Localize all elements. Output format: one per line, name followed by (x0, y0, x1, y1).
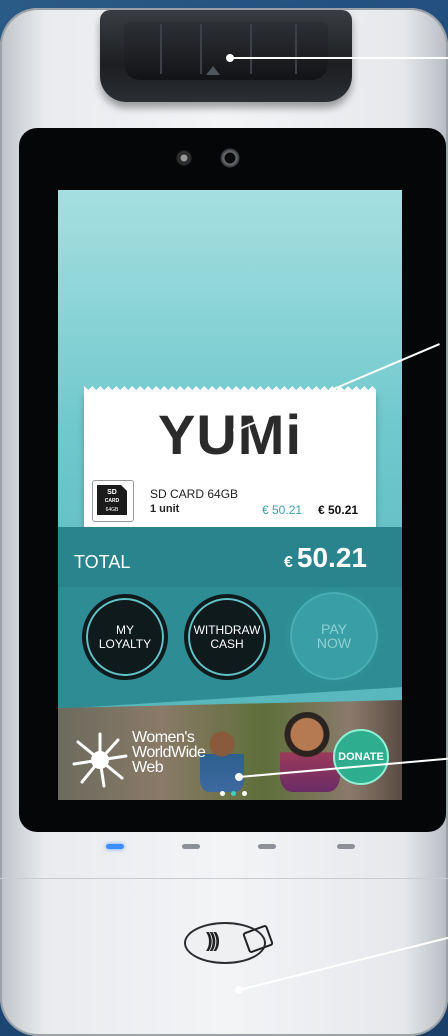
status-led (258, 844, 276, 849)
status-led (337, 844, 355, 849)
banner-photo-child (200, 728, 244, 792)
carousel-dot[interactable] (220, 791, 225, 796)
item-name: SD CARD 64GB (150, 487, 239, 501)
page: { "receipt": { "brand": "YUMi", "item": … (0, 0, 448, 1036)
sd-card-icon: SD CARD 64GB (97, 485, 127, 515)
total-value: 50.21 (296, 542, 367, 573)
my-loyalty-button[interactable]: MY LOYALTY (82, 594, 168, 680)
total-label: TOTAL (74, 552, 131, 572)
camera-lens-icon (220, 148, 240, 168)
slot-rib (200, 24, 202, 74)
sd-icon-text: 64GB (105, 507, 119, 513)
insert-arrow-icon (206, 66, 220, 75)
total-currency: € (284, 554, 293, 571)
button-label: WITHDRAW (193, 623, 261, 637)
item-line-total: € 50.21 (318, 503, 359, 517)
button-label: MY (116, 623, 134, 637)
withdraw-cash-button[interactable]: WITHDRAW CASH (184, 594, 270, 680)
item-quantity: 1 unit (150, 503, 180, 515)
camera-sensor-icon (176, 150, 192, 166)
banner-text-line: Women's (132, 729, 195, 746)
total-amount: €50.21 (284, 542, 367, 574)
item-unit-price: € 50.21 (262, 503, 303, 517)
pay-now-button[interactable]: PAY NOW (286, 588, 382, 684)
banner-organization-name: Women's WorldWide Web (132, 729, 206, 776)
slot-rib (295, 24, 297, 74)
slot-rib (250, 24, 252, 74)
slot-rib (160, 24, 162, 74)
starburst-logo-icon (72, 732, 128, 788)
status-led (182, 844, 200, 849)
sd-icon-text: CARD (104, 498, 120, 504)
button-label: PAY (321, 621, 347, 637)
status-led-active (106, 844, 124, 849)
contactless-icon: ))) (206, 930, 220, 952)
button-label: CASH (210, 637, 244, 651)
banner-photo-child (280, 712, 340, 792)
carousel-dot-active[interactable] (231, 791, 236, 796)
banner-text-line: Web (132, 759, 164, 776)
housing-seam (0, 878, 448, 879)
banner-text-line: WorldWide (132, 744, 206, 761)
card-slot-opening (124, 22, 328, 80)
button-label: NOW (316, 635, 352, 651)
sd-icon-text: SD (107, 489, 117, 496)
carousel-dot[interactable] (242, 791, 247, 796)
callout-line (230, 57, 448, 59)
donate-button[interactable]: DONATE (333, 729, 389, 785)
button-label: LOYALTY (98, 637, 152, 651)
brand-logo: YUMi (158, 403, 302, 466)
